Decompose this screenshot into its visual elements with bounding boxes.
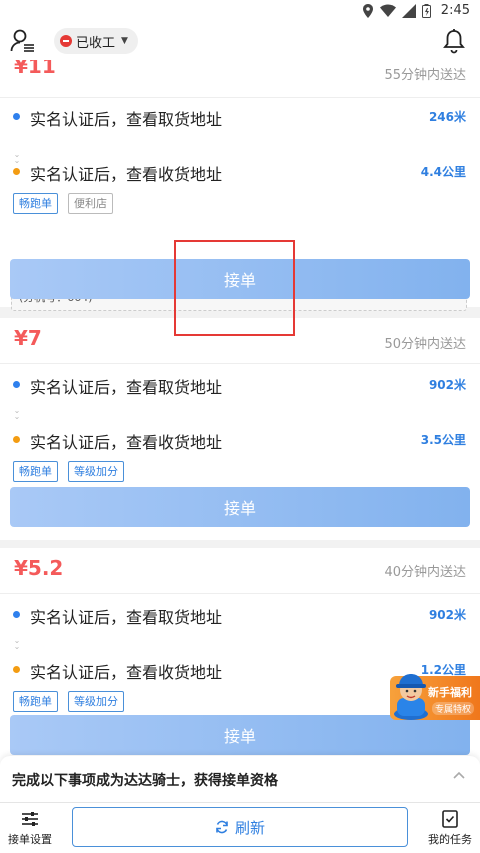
dropoff-distance: 3.5公里 bbox=[420, 433, 466, 447]
dropoff-address: 实名认证后，查看收货地址 bbox=[30, 433, 223, 452]
refresh-label: 刷新 bbox=[234, 818, 265, 837]
status-icons: 2:45 bbox=[362, 3, 470, 18]
order-price: ¥5.2 bbox=[14, 556, 64, 580]
dropoff-address: 实名认证后，查看收货地址 bbox=[30, 165, 223, 184]
dropoff-dot-icon bbox=[13, 436, 20, 443]
highlight-annotation-box bbox=[174, 240, 295, 336]
pickup-dot-icon bbox=[13, 611, 20, 618]
pickup-dot-icon bbox=[13, 381, 20, 388]
dropoff-address-row: 实名认证后，查看收货地址 4.4公里 bbox=[0, 153, 480, 193]
app-screen: 2:45 已收工 ▼ ¥11 55分钟内送达 实名认证后，查看取货地址 246米… bbox=[0, 0, 480, 853]
pickup-distance: 902米 bbox=[428, 378, 466, 392]
chevron-up-icon[interactable] bbox=[452, 768, 466, 782]
order-tag: 等级加分 bbox=[68, 691, 124, 712]
pickup-address: 实名认证后，查看取货地址 bbox=[30, 378, 223, 397]
dropoff-dot-icon bbox=[13, 666, 20, 673]
accept-order-button[interactable]: 接单 bbox=[10, 487, 470, 527]
location-icon bbox=[362, 3, 373, 18]
work-status-label: 已收工 bbox=[76, 35, 116, 51]
rider-mascot-icon bbox=[394, 674, 428, 720]
qualification-text: 完成以下事项成为达达骑士，获得接单资格 bbox=[12, 773, 278, 789]
route-arrows-icon: ⌄ ⌄ bbox=[13, 636, 21, 651]
delivery-eta: 50分钟内送达 bbox=[384, 337, 466, 352]
pickup-address: 实名认证后，查看取货地址 bbox=[30, 608, 223, 627]
pickup-address-row: 实名认证后，查看取货地址 902米 bbox=[0, 366, 480, 406]
dropoff-address: 实名认证后，查看收货地址 bbox=[30, 663, 223, 682]
order-tag: 畅跑单 bbox=[13, 193, 58, 214]
pickup-address-row: 实名认证后，查看取货地址 902米 bbox=[0, 596, 480, 636]
order-settings-label: 接单设置 bbox=[8, 833, 52, 846]
task-checklist-icon bbox=[442, 810, 458, 828]
my-tasks-button[interactable]: 我的任务 bbox=[420, 809, 480, 847]
pickup-distance: 246米 bbox=[428, 110, 466, 124]
order-tags: 畅跑单 便利店 bbox=[0, 193, 480, 217]
settings-sliders-icon bbox=[22, 812, 38, 826]
dropoff-distance: 4.4公里 bbox=[420, 165, 466, 179]
order-tag: 畅跑单 bbox=[13, 461, 58, 482]
stop-status-icon bbox=[60, 35, 72, 47]
status-time: 2:45 bbox=[440, 3, 470, 18]
promo-subtitle: 专属特权 bbox=[432, 702, 475, 715]
order-settings-button[interactable]: 接单设置 bbox=[0, 809, 60, 847]
order-header: ¥11 55分钟内送达 bbox=[0, 60, 480, 98]
order-price: ¥11 bbox=[14, 60, 56, 78]
wifi-icon bbox=[379, 4, 396, 17]
refresh-button[interactable]: 刷新 bbox=[72, 807, 408, 847]
order-tags: 畅跑单 等级加分 bbox=[0, 461, 480, 485]
refresh-icon bbox=[216, 820, 228, 834]
order-header: ¥5.2 40分钟内送达 bbox=[0, 548, 480, 594]
pickup-distance: 902米 bbox=[428, 608, 466, 622]
qualification-banner[interactable]: 完成以下事项成为达达骑士，获得接单资格 bbox=[0, 756, 480, 802]
pickup-dot-icon bbox=[13, 113, 20, 120]
pickup-address-row: 实名认证后，查看取货地址 246米 bbox=[0, 98, 480, 138]
delivery-eta: 55分钟内送达 bbox=[384, 68, 466, 83]
order-tag: 等级加分 bbox=[68, 461, 124, 482]
caret-down-icon: ▼ bbox=[121, 36, 128, 46]
dropoff-address-row: 实名认证后，查看收货地址 3.5公里 bbox=[0, 421, 480, 461]
bottom-toolbar: 接单设置 刷新 我的任务 bbox=[0, 802, 480, 853]
notification-bell-icon[interactable] bbox=[442, 28, 466, 54]
work-status-dropdown[interactable]: 已收工 ▼ bbox=[54, 28, 138, 54]
order-tag: 便利店 bbox=[68, 193, 113, 214]
top-header: 已收工 ▼ bbox=[0, 24, 480, 60]
battery-icon bbox=[421, 3, 431, 18]
cellular-signal-icon bbox=[401, 3, 416, 18]
order-tag: 畅跑单 bbox=[13, 691, 58, 712]
status-bar: 2:45 bbox=[0, 0, 480, 24]
order-price: ¥7 bbox=[14, 326, 42, 350]
my-tasks-label: 我的任务 bbox=[428, 833, 472, 846]
user-profile-icon[interactable] bbox=[10, 28, 36, 54]
accept-order-button[interactable]: 接单 bbox=[10, 715, 470, 755]
route-arrows-icon: ⌄ ⌄ bbox=[13, 406, 21, 421]
dropoff-dot-icon bbox=[13, 168, 20, 175]
pickup-address: 实名认证后，查看取货地址 bbox=[30, 110, 223, 129]
delivery-eta: 40分钟内送达 bbox=[384, 565, 466, 580]
